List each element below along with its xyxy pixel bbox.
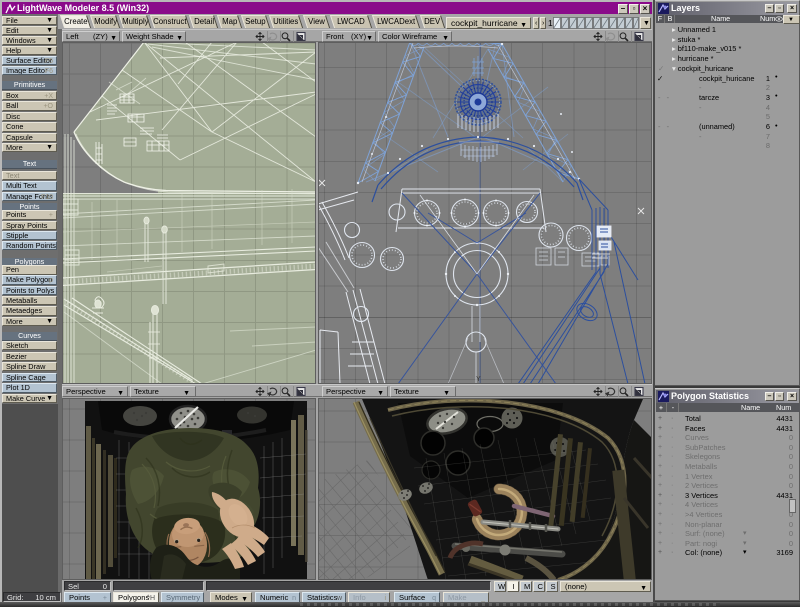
svg-text:Y: Y xyxy=(476,376,481,383)
